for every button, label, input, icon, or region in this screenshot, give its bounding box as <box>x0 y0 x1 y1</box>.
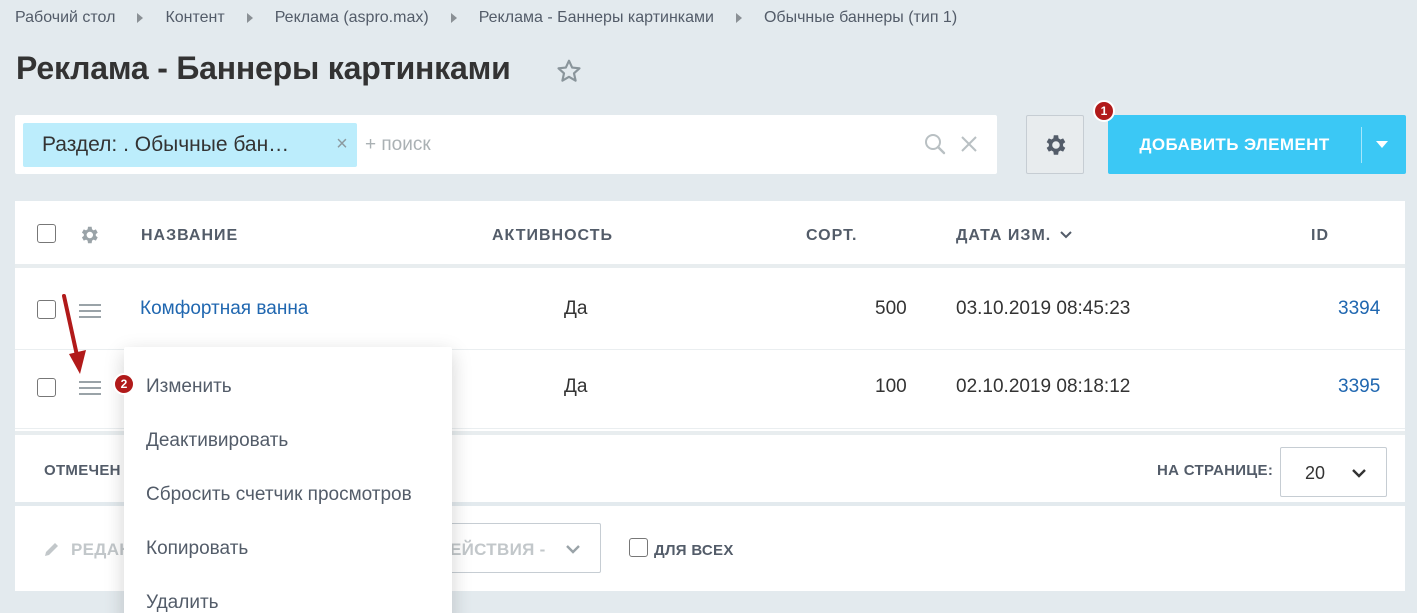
grid-header: НАЗВАНИЕ АКТИВНОСТЬ СОРТ. ДАТА ИЗМ. ID <box>15 201 1405 268</box>
breadcrumb-item-section[interactable]: Обычные баннеры (тип 1) <box>764 9 957 27</box>
sort-descending-icon[interactable] <box>1059 229 1073 241</box>
row-menu-icon[interactable] <box>79 381 101 397</box>
chevron-down-icon <box>566 545 580 554</box>
column-header-id[interactable]: ID <box>1311 227 1329 245</box>
table-row[interactable]: Комфортная ванна Да 500 03.10.2019 08:45… <box>15 272 1405 350</box>
for-all-label: ДЛЯ ВСЕХ <box>654 542 734 559</box>
row-id-link[interactable]: 3395 <box>1338 376 1380 398</box>
per-page-label: НА СТРАНИЦЕ: <box>1157 462 1274 479</box>
edit-button[interactable]: РЕДАК <box>71 540 130 560</box>
select-all-checkbox[interactable] <box>37 224 56 243</box>
column-header-activity[interactable]: АКТИВНОСТЬ <box>492 227 613 245</box>
column-header-sort[interactable]: СОРТ. <box>806 227 857 245</box>
row-id-link[interactable]: 3394 <box>1338 298 1380 320</box>
per-page-select[interactable]: 20 <box>1280 447 1387 497</box>
search-input[interactable] <box>365 127 915 163</box>
column-header-date[interactable]: ДАТА ИЗМ. <box>956 227 1051 245</box>
add-button-divider <box>1361 127 1362 163</box>
breadcrumb-item-ads[interactable]: Реклама (aspro.max) <box>275 9 429 27</box>
row-activity: Да <box>564 376 588 397</box>
menu-item-reset-views[interactable]: Сбросить счетчик просмотров <box>146 484 412 506</box>
gear-icon[interactable] <box>78 224 100 246</box>
step-badge-1: 1 <box>1093 100 1115 122</box>
clear-search-icon[interactable] <box>959 134 979 154</box>
add-element-button[interactable]: ДОБАВИТЬ ЭЛЕМЕНТ <box>1108 115 1406 174</box>
row-name-link[interactable]: Комфортная ванна <box>140 298 308 320</box>
row-sort: 100 <box>875 376 907 397</box>
breadcrumb-separator-icon <box>735 13 742 23</box>
row-checkbox[interactable] <box>37 300 56 319</box>
add-element-label: ДОБАВИТЬ ЭЛЕМЕНТ <box>1139 134 1330 154</box>
row-checkbox[interactable] <box>37 378 56 397</box>
for-all-checkbox[interactable] <box>629 538 648 557</box>
breadcrumb-separator-icon <box>246 13 253 23</box>
pencil-icon <box>45 543 58 556</box>
row-date: 02.10.2019 08:18:12 <box>956 376 1131 397</box>
menu-item-delete[interactable]: Удалить <box>146 592 219 613</box>
breadcrumb-separator-icon <box>450 13 457 23</box>
selected-count-label: ОТМЕЧЕН <box>44 462 121 479</box>
filter-chip-label: Раздел: . Обычные бан… <box>42 133 290 156</box>
row-activity: Да <box>564 298 588 319</box>
step-badge-2: 2 <box>113 373 135 395</box>
breadcrumb-item-content[interactable]: Контент <box>165 9 224 27</box>
chip-close-icon[interactable]: × <box>334 134 350 154</box>
menu-item-edit[interactable]: Изменить <box>146 376 232 398</box>
column-header-name[interactable]: НАЗВАНИЕ <box>141 227 238 245</box>
breadcrumb-item-desktop[interactable]: Рабочий стол <box>15 9 115 27</box>
dropdown-arrow-icon[interactable] <box>1376 141 1388 148</box>
row-context-menu: Изменить Деактивировать Сбросить счетчик… <box>124 347 452 613</box>
row-sort: 500 <box>875 298 907 319</box>
row-menu-icon[interactable] <box>79 304 101 320</box>
breadcrumb: Рабочий стол Контент Реклама (aspro.max)… <box>15 8 957 28</box>
gear-icon <box>1046 134 1066 155</box>
chevron-down-icon <box>1352 469 1366 478</box>
row-date: 03.10.2019 08:45:23 <box>956 298 1131 319</box>
page-title: Реклама - Баннеры картинками <box>16 50 511 86</box>
star-icon[interactable] <box>556 58 582 84</box>
breadcrumb-item-banners[interactable]: Реклама - Баннеры картинками <box>479 9 714 27</box>
breadcrumb-separator-icon <box>137 13 144 23</box>
search-icon[interactable] <box>923 132 947 156</box>
menu-item-deactivate[interactable]: Деактивировать <box>146 430 288 452</box>
actions-select-label: ЕЙСТВИЯ - <box>450 540 546 559</box>
per-page-value: 20 <box>1305 463 1326 483</box>
settings-button[interactable] <box>1026 115 1084 174</box>
filter-bar: Раздел: . Обычные бан… × <box>15 115 997 174</box>
menu-item-copy[interactable]: Копировать <box>146 538 248 560</box>
filter-chip-section[interactable]: Раздел: . Обычные бан… × <box>23 123 357 167</box>
